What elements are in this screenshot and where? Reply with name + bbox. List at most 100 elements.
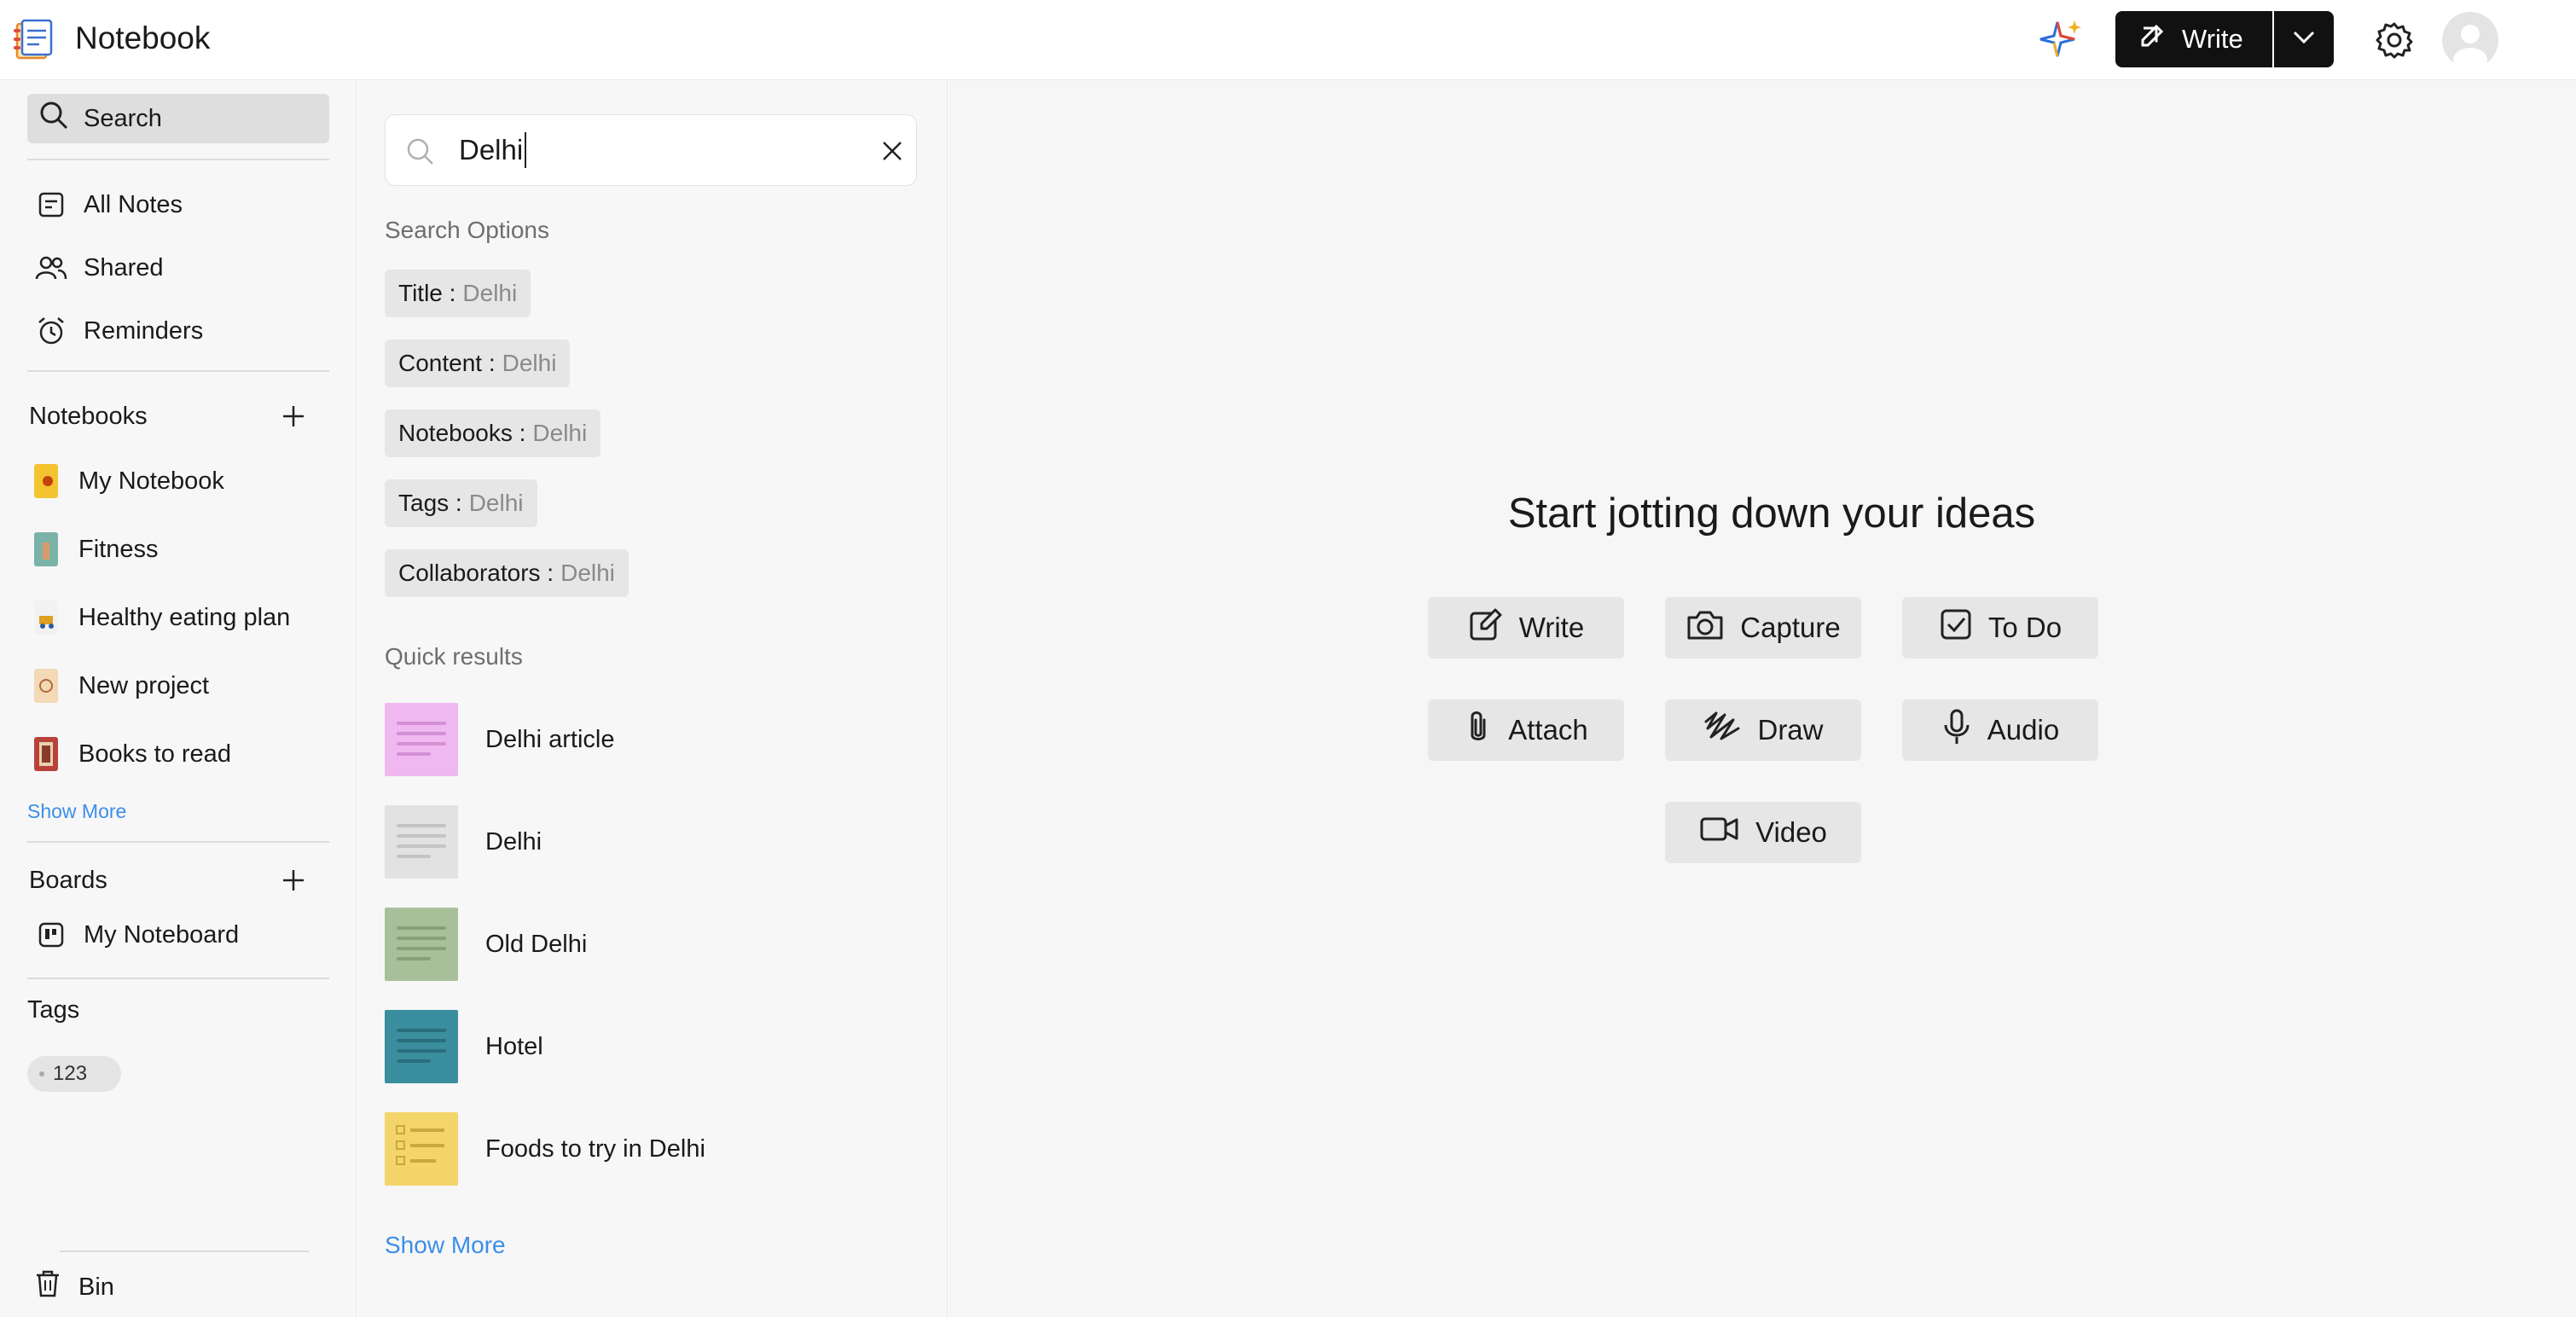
sidebar-item-reminders[interactable]: Reminders: [34, 314, 203, 348]
settings-gear-icon[interactable]: [2371, 17, 2417, 63]
quick-action-video-button[interactable]: Video: [1665, 802, 1861, 863]
camera-icon: [1685, 607, 1725, 648]
quick-action-draw-button[interactable]: Draw: [1665, 699, 1861, 761]
option-key: Content :: [398, 350, 496, 376]
trash-icon: [34, 1269, 61, 1305]
scribble-icon: [1703, 710, 1742, 751]
app-title: Notebook: [75, 20, 211, 55]
quick-action-label: Write: [1518, 612, 1585, 643]
search-icon: [38, 99, 70, 138]
quick-action-label: Draw: [1757, 714, 1824, 746]
divider: [60, 1250, 309, 1252]
user-avatar[interactable]: [2442, 12, 2498, 68]
clear-search-close-icon[interactable]: [877, 136, 908, 166]
search-options-heading: Search Options: [385, 217, 549, 243]
notebooks-heading: Notebooks: [29, 403, 148, 430]
sidebar-item-all-notes[interactable]: All Notes: [34, 188, 183, 222]
search-option-content[interactable]: Content : Delhi: [385, 339, 571, 387]
board-icon: [34, 918, 68, 952]
quick-action-todo-button[interactable]: To Do: [1902, 597, 2098, 658]
users-icon: [34, 251, 68, 285]
option-value: Delhi: [532, 420, 588, 446]
ai-sparkle-icon[interactable]: [2037, 14, 2088, 65]
notebook-item-fitness[interactable]: Fitness: [34, 532, 158, 566]
quick-action-write-button[interactable]: Write: [1428, 597, 1624, 658]
bin-label: Bin: [78, 1273, 114, 1301]
option-value: Delhi: [502, 350, 557, 376]
note-thumbnail: [385, 1010, 458, 1083]
search-option-tags[interactable]: Tags : Delhi: [385, 479, 537, 527]
quick-result-item[interactable]: Delhi article: [385, 703, 615, 776]
quick-action-audio-button[interactable]: Audio: [1902, 699, 2098, 761]
option-key: Tags :: [398, 490, 462, 516]
sidebar-item-label: Shared: [84, 253, 164, 281]
quick-result-item[interactable]: Hotel: [385, 1010, 543, 1083]
search-input[interactable]: Delhi: [385, 114, 917, 186]
add-board-plus-icon[interactable]: [276, 863, 310, 897]
quick-action-label: Attach: [1508, 714, 1588, 746]
sidebar-item-shared[interactable]: Shared: [34, 251, 164, 285]
notebook-cover-icon: [34, 464, 58, 498]
tags-heading: Tags: [27, 996, 80, 1024]
note-thumbnail: [385, 703, 458, 776]
sidebar-item-bin[interactable]: Bin: [34, 1269, 114, 1305]
main-content: Start jotting down your ideas Write Capt…: [949, 80, 2576, 1317]
notebook-label: New project: [78, 671, 210, 699]
quick-result-title: Old Delhi: [485, 930, 588, 958]
quick-result-item[interactable]: Foods to try in Delhi: [385, 1112, 705, 1186]
empty-state-title: Start jotting down your ideas: [1507, 490, 2036, 537]
board-item-my-noteboard[interactable]: My Noteboard: [34, 918, 239, 952]
note-thumbnail: [385, 1112, 458, 1186]
quick-result-title: Delhi article: [485, 725, 615, 753]
search-panel: Delhi Search Options Title : Delhi Conten…: [357, 80, 948, 1317]
quick-action-label: To Do: [1987, 612, 2063, 643]
microphone-icon: [1941, 708, 1972, 752]
notebook-cover-icon: [34, 532, 58, 566]
add-notebook-plus-icon[interactable]: [276, 399, 310, 433]
quick-action-capture-button[interactable]: Capture: [1665, 597, 1861, 658]
tag-chip[interactable]: 123: [27, 1056, 121, 1092]
notebook-cover-icon: [34, 737, 58, 771]
sidebar-item-label: Reminders: [84, 316, 204, 345]
search-option-notebooks[interactable]: Notebooks : Delhi: [385, 409, 601, 457]
notebook-label: Healthy eating plan: [78, 603, 291, 631]
edit-icon: [2138, 21, 2167, 57]
notebook-label: Books to read: [78, 740, 231, 768]
quick-result-item[interactable]: Delhi: [385, 805, 542, 879]
search-query-text: Delhi: [459, 132, 527, 168]
notebook-label: My Notebook: [78, 467, 224, 495]
app-header: Notebook Write: [0, 0, 2576, 80]
quick-results-heading: Quick results: [385, 643, 523, 670]
option-value: Delhi: [468, 490, 524, 516]
notebook-cover-icon: [34, 600, 58, 635]
notebook-logo-icon[interactable]: [12, 17, 56, 61]
checkbox-icon: [1939, 607, 1973, 648]
notebook-item-new-project[interactable]: New project: [34, 669, 209, 703]
quick-result-title: Delhi: [485, 827, 542, 856]
quick-results-show-more-link[interactable]: Show More: [385, 1232, 506, 1259]
quick-result-item[interactable]: Old Delhi: [385, 908, 587, 981]
option-value: Delhi: [462, 280, 518, 306]
write-button[interactable]: Write: [2115, 11, 2272, 67]
notebook-item-books-to-read[interactable]: Books to read: [34, 737, 231, 771]
write-button-label: Write: [2182, 24, 2243, 54]
divider: [27, 370, 329, 372]
search-icon: [404, 136, 437, 168]
quick-action-label: Video: [1755, 816, 1827, 848]
note-icon: [34, 188, 68, 222]
option-key: Notebooks :: [398, 420, 526, 446]
quick-action-attach-button[interactable]: Attach: [1428, 699, 1624, 761]
quick-result-title: Hotel: [485, 1032, 543, 1060]
boards-heading: Boards: [29, 867, 107, 894]
search-option-collaborators[interactable]: Collaborators : Delhi: [385, 549, 629, 597]
sidebar: Search All Notes Shared Reminders Notebo…: [0, 80, 357, 1317]
quick-result-title: Foods to try in Delhi: [485, 1134, 705, 1163]
sidebar-item-label: All Notes: [84, 190, 183, 218]
search-option-title[interactable]: Title : Delhi: [385, 270, 531, 317]
notebook-item-my-notebook[interactable]: My Notebook: [34, 464, 224, 498]
notebooks-show-more-link[interactable]: Show More: [27, 800, 126, 823]
write-options-dropdown[interactable]: [2274, 11, 2334, 67]
sidebar-search-button[interactable]: Search: [27, 94, 329, 143]
option-value: Delhi: [560, 560, 615, 586]
notebook-item-healthy-eating-plan[interactable]: Healthy eating plan: [34, 600, 290, 635]
